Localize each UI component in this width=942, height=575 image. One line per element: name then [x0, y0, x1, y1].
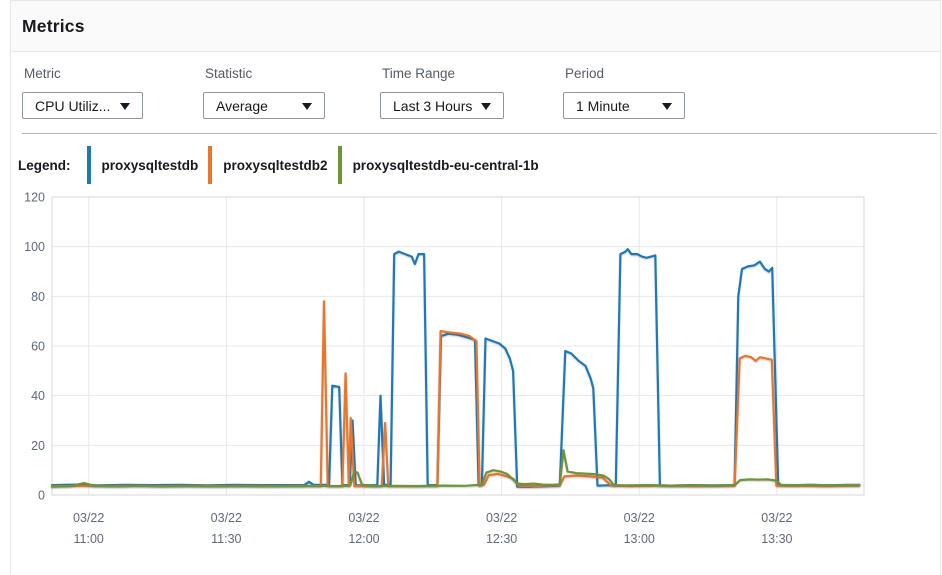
metric-label: Metric — [24, 66, 141, 81]
legend-item-label: proxysqltestdb — [102, 158, 199, 173]
chevron-down-icon — [481, 103, 491, 110]
x-tick-time-label: 11:30 — [211, 532, 241, 546]
x-tick-date-label: 03/22 — [211, 511, 242, 525]
y-tick-label: 100 — [24, 240, 45, 254]
period-dropdown[interactable]: 1 Minute — [563, 92, 685, 119]
panel-top-border — [10, 0, 941, 1]
x-tick-time-label: 11:00 — [74, 532, 104, 546]
time-range-dropdown[interactable]: Last 3 Hours — [380, 92, 504, 119]
statistic-dropdown[interactable]: Average — [203, 92, 325, 119]
x-tick-time-label: 13:30 — [761, 532, 792, 546]
chevron-down-icon — [120, 103, 130, 110]
legend-swatch — [208, 146, 212, 184]
controls-divider — [22, 133, 937, 134]
chevron-down-icon — [662, 103, 672, 110]
x-tick-date-label: 03/22 — [486, 511, 517, 525]
x-tick-time-label: 12:30 — [486, 532, 517, 546]
legend-swatch — [87, 146, 91, 184]
legend-title: Legend: — [18, 158, 71, 173]
legend-item-label: proxysqltestdb-eu-central-1b — [353, 158, 539, 173]
legend-item-label: proxysqltestdb2 — [223, 158, 327, 173]
metric-control: Metric CPU Utiliz... — [22, 62, 143, 120]
y-tick-label: 20 — [31, 439, 45, 453]
x-tick-date-label: 03/22 — [761, 511, 792, 525]
metric-dropdown-value: CPU Utiliz... — [23, 98, 110, 114]
header-divider — [11, 51, 940, 52]
time-range-dropdown-value: Last 3 Hours — [381, 98, 472, 114]
statistic-label: Statistic — [205, 66, 323, 81]
x-tick-date-label: 03/22 — [73, 511, 104, 525]
y-tick-label: 0 — [38, 489, 45, 503]
time-range-control: Time Range Last 3 Hours — [380, 62, 504, 120]
series-line-proxysqltestdb-eu-central-1b — [52, 450, 859, 486]
period-control: Period 1 Minute — [563, 62, 685, 120]
legend-swatch — [338, 146, 342, 184]
time-range-label: Time Range — [382, 66, 502, 81]
panel-header — [11, 1, 940, 51]
chevron-down-icon — [302, 103, 312, 110]
period-dropdown-value: 1 Minute — [564, 98, 630, 114]
y-tick-label: 120 — [24, 191, 45, 205]
y-tick-label: 80 — [31, 290, 45, 304]
panel-title: Metrics — [22, 16, 85, 37]
statistic-dropdown-value: Average — [204, 98, 268, 114]
x-tick-date-label: 03/22 — [348, 511, 379, 525]
x-tick-time-label: 12:00 — [348, 532, 379, 546]
x-tick-time-label: 13:00 — [624, 532, 655, 546]
y-tick-label: 60 — [31, 340, 45, 354]
y-tick-label: 40 — [31, 389, 45, 403]
chart-legend: Legend: proxysqltestdb proxysqltestdb2 pro… — [18, 146, 539, 184]
period-label: Period — [565, 66, 683, 81]
statistic-control: Statistic Average — [203, 62, 325, 120]
x-tick-date-label: 03/22 — [624, 511, 655, 525]
metric-dropdown[interactable]: CPU Utiliz... — [22, 92, 143, 119]
metrics-line-chart[interactable]: 0 20 40 60 80 100 120 03/22 11:00 03/22 11:30 03/22… — [0, 185, 942, 575]
